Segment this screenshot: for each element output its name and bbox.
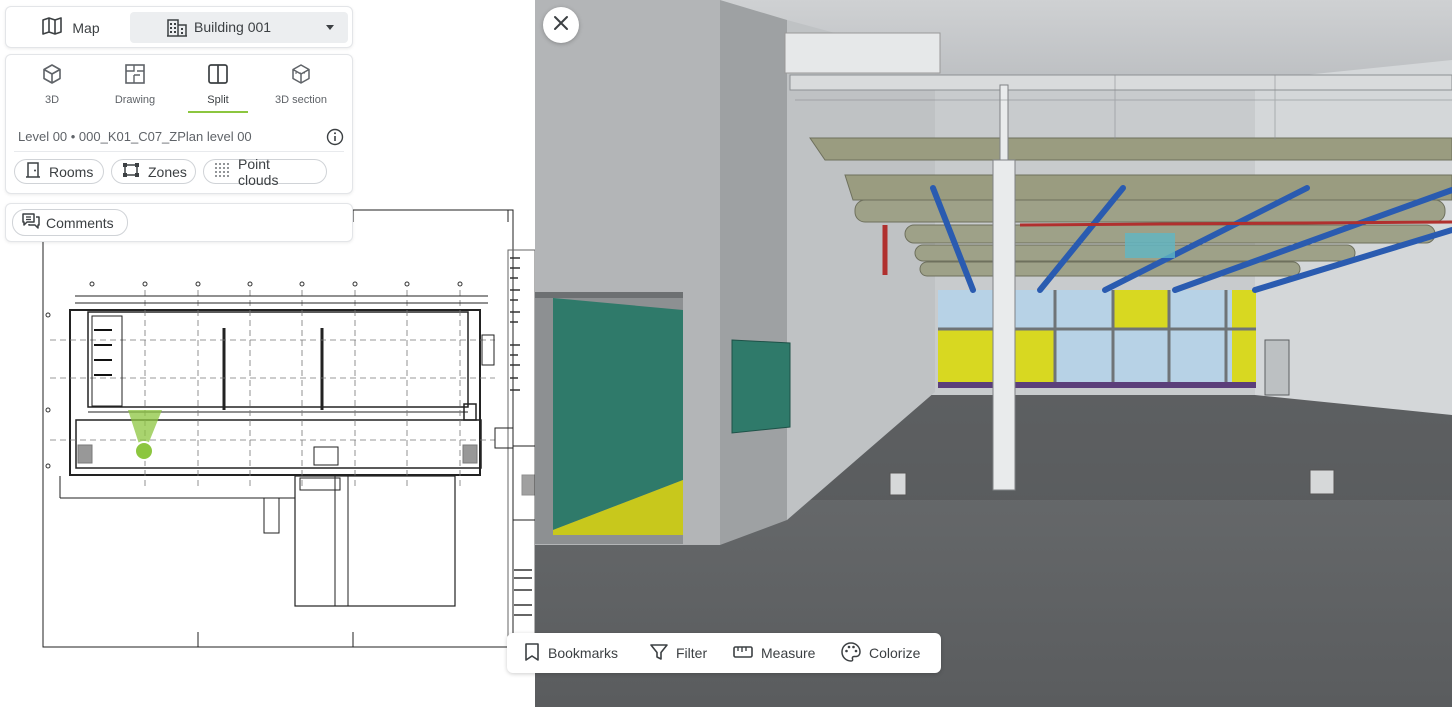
tab-3d-section[interactable]: 3D section — [265, 63, 337, 115]
3d-scene — [535, 0, 1452, 707]
door-icon — [25, 162, 41, 181]
divider — [14, 151, 344, 152]
filter-button[interactable]: Filter — [650, 633, 707, 673]
bookmarks-button[interactable]: Bookmarks — [524, 633, 618, 673]
measure-button[interactable]: Measure — [733, 633, 815, 673]
cube-section-icon — [290, 63, 312, 88]
colorize-button[interactable]: Colorize — [841, 633, 920, 673]
tab-split[interactable]: Split — [182, 63, 254, 115]
tab-drawing[interactable]: Drawing — [99, 63, 171, 115]
point-clouds-label: Point clouds — [238, 155, 279, 188]
tab-drawing-label: Drawing — [114, 94, 156, 106]
comments-toggle[interactable]: Comments — [12, 209, 128, 236]
rooms-label: Rooms — [49, 163, 94, 180]
level-selector[interactable]: Level 00 • 000_K01_C07_ZPlan level 00 — [18, 128, 344, 148]
filter-icon — [650, 643, 668, 664]
tab-3d[interactable]: 3D — [16, 63, 88, 115]
bookmarks-label: Bookmarks — [548, 645, 619, 661]
split-view-icon — [207, 63, 229, 88]
active-tab-indicator — [188, 111, 248, 113]
3d-viewer[interactable] — [535, 0, 1452, 707]
building-icon — [167, 19, 187, 40]
close-icon — [553, 15, 569, 36]
cube-icon — [41, 63, 63, 88]
info-icon[interactable] — [326, 128, 344, 149]
tab-3d-section-label: 3D section — [275, 94, 327, 106]
map-label: Map — [72, 19, 100, 36]
measure-label: Measure — [761, 645, 816, 661]
filter-label: Filter — [676, 645, 708, 661]
zone-icon — [122, 162, 140, 181]
viewer-toolbar: Bookmarks Filter Measure Colorize — [507, 633, 941, 673]
ruler-icon — [733, 645, 753, 662]
point-clouds-toggle[interactable]: Point clouds — [203, 156, 327, 188]
view-mode-panel: 3D Drawing Split 3D section Level 00 • 0… — [5, 54, 353, 194]
map-icon — [42, 17, 63, 38]
map-button[interactable]: Map — [12, 12, 130, 43]
comments-panel: Comments — [5, 203, 353, 242]
floorplan-icon — [124, 63, 146, 88]
building-selector[interactable]: Building 001 — [130, 12, 348, 43]
tab-3d-label: 3D — [44, 94, 60, 106]
tab-split-label: Split — [207, 94, 229, 106]
level-label: Level 00 • 000_K01_C07_ZPlan level 00 — [18, 129, 252, 144]
rooms-toggle[interactable]: Rooms — [14, 159, 104, 184]
zones-label: Zones — [148, 163, 187, 180]
point-cloud-icon — [214, 162, 230, 181]
palette-icon — [841, 641, 861, 665]
camera-position-marker[interactable] — [128, 410, 162, 461]
zones-toggle[interactable]: Zones — [111, 159, 196, 184]
app-root: Map Building 001 3D Drawing Split 3D sec… — [0, 0, 1452, 707]
comments-label: Comments — [46, 214, 114, 231]
comments-icon — [22, 213, 40, 232]
close-button[interactable] — [543, 7, 579, 43]
bookmark-icon — [524, 642, 540, 664]
context-switcher: Map Building 001 — [5, 6, 353, 48]
colorize-label: Colorize — [869, 645, 921, 661]
building-label: Building 001 — [194, 19, 272, 35]
chevron-down-icon — [326, 25, 334, 30]
